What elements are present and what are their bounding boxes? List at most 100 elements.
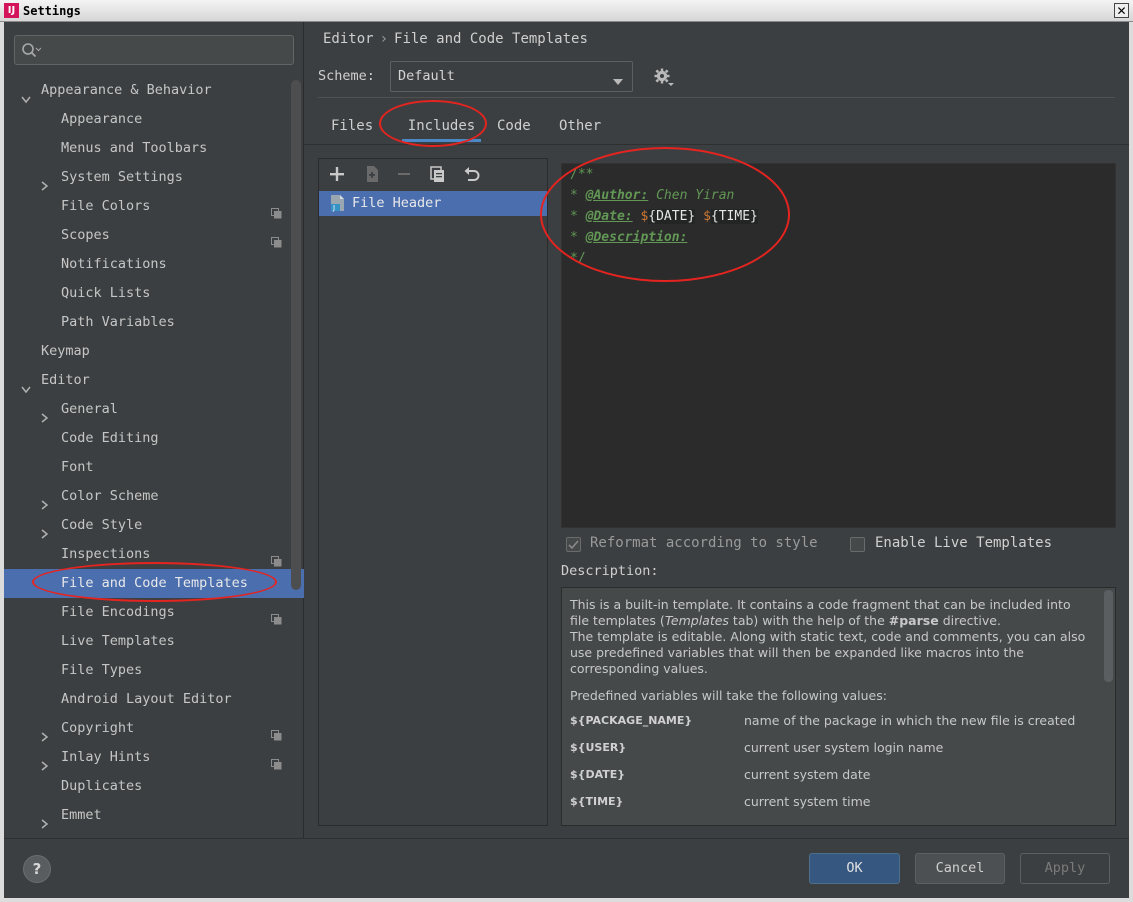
sidebar-item-file-and-code-templates[interactable]: File and Code Templates	[4, 569, 304, 598]
tab-other[interactable]: Other	[559, 110, 601, 142]
search-icon	[21, 42, 42, 64]
sidebar-item-appearance-behavior[interactable]: Appearance & Behavior	[4, 76, 304, 105]
sidebar-item-keymap[interactable]: Keymap	[4, 337, 304, 366]
sidebar-item-path-variables[interactable]: Path Variables	[4, 308, 304, 337]
sidebar-item-live-templates[interactable]: Live Templates	[4, 627, 304, 656]
sidebar-item-label: Copyright	[61, 720, 135, 736]
chevron-right-icon[interactable]	[41, 724, 49, 742]
chevron-right-icon[interactable]	[41, 521, 49, 539]
variable-row: ${USER} current user system login name	[570, 740, 944, 755]
sidebar-item-general[interactable]: General	[4, 395, 304, 424]
sidebar-item-notifications[interactable]: Notifications	[4, 250, 304, 279]
add-icon[interactable]	[327, 162, 347, 186]
sidebar-item-file-encodings[interactable]: File Encodings	[4, 598, 304, 627]
chevron-down-icon[interactable]	[21, 376, 31, 394]
sidebar-item-label: Path Variables	[61, 314, 175, 330]
tab-includes[interactable]: Includes	[402, 110, 481, 142]
sidebar-item-label: Scopes	[61, 227, 110, 243]
chevron-right-icon[interactable]	[41, 173, 49, 191]
sidebar-item-copyright[interactable]: Copyright	[4, 714, 304, 743]
close-icon[interactable]: ✕	[1114, 3, 1129, 18]
sidebar-item-label: Code Style	[61, 517, 143, 533]
chevron-down-icon[interactable]	[21, 86, 31, 104]
sidebar-item-label: Quick Lists	[61, 285, 151, 301]
search-input[interactable]	[14, 35, 294, 65]
sidebar-item-inspections[interactable]: Inspections	[4, 540, 304, 569]
window-border-bottom	[0, 898, 1133, 902]
scheme-value: Default	[398, 68, 455, 84]
sidebar-item-file-types[interactable]: File Types	[4, 656, 304, 685]
template-item-file-header[interactable]: J File Header	[319, 191, 547, 216]
sidebar-item-inlay-hints[interactable]: Inlay Hints	[4, 743, 304, 772]
sidebar-item-android-layout-editor[interactable]: Android Layout Editor	[4, 685, 304, 714]
sidebar-item-label: File Encodings	[61, 604, 175, 620]
cancel-button[interactable]: Cancel	[915, 853, 1005, 884]
java-file-icon: J	[329, 194, 347, 220]
sidebar-item-label: Font	[61, 459, 94, 475]
sidebar-item-label: File and Code Templates	[61, 575, 248, 591]
template-list	[318, 158, 548, 826]
breadcrumb: Editor › File and Code Templates	[323, 31, 588, 47]
scheme-dropdown[interactable]: Default	[390, 61, 633, 92]
reformat-checkbox[interactable]	[566, 537, 581, 552]
live-templates-checkbox[interactable]	[850, 537, 865, 552]
sidebar-item-system-settings[interactable]: System Settings	[4, 163, 304, 192]
settings-sidebar: Appearance & Behavior Appearance Menus and…	[4, 22, 304, 838]
chevron-right-icon[interactable]	[41, 753, 49, 771]
sidebar-item-code-style[interactable]: Code Style	[4, 511, 304, 540]
sidebar-item-emmet[interactable]: Emmet	[4, 801, 304, 830]
chevron-down-icon	[613, 74, 623, 89]
variable-row: ${DATE} current system date	[570, 767, 871, 782]
sidebar-scrollbar[interactable]	[291, 80, 301, 590]
sidebar-item-appearance[interactable]: Appearance	[4, 105, 304, 134]
template-editor[interactable]: /** * @Author: Chen Yiran * @Date: ${DAT…	[561, 163, 1116, 528]
sidebar-item-label: Appearance & Behavior	[41, 82, 212, 98]
tab-files[interactable]: Files	[331, 110, 373, 142]
sidebar-item-file-colors[interactable]: File Colors	[4, 192, 304, 221]
header-separator	[318, 97, 1115, 98]
description-scrollbar[interactable]	[1104, 590, 1113, 682]
reset-icon[interactable]	[462, 162, 482, 186]
sidebar-item-label: Appearance	[61, 111, 143, 127]
project-level-icon	[271, 201, 282, 219]
project-level-icon	[271, 723, 282, 741]
sidebar-item-font[interactable]: Font	[4, 453, 304, 482]
footer-separator	[4, 838, 1129, 839]
window-border-right	[1129, 22, 1133, 902]
description-label: Description:	[561, 563, 659, 579]
remove-icon	[394, 162, 414, 186]
project-level-icon	[271, 607, 282, 625]
sidebar-item-menus-and-toolbars[interactable]: Menus and Toolbars	[4, 134, 304, 163]
description-variables-intro: Predefined variables will take the follo…	[570, 688, 887, 703]
project-level-icon	[271, 752, 282, 770]
description-editable-note: The template is editable. Along with sta…	[570, 629, 1086, 676]
project-level-icon	[271, 549, 282, 567]
apply-button: Apply	[1020, 853, 1110, 884]
chevron-right-icon[interactable]	[41, 811, 49, 829]
sidebar-item-label: Duplicates	[61, 778, 143, 794]
intellij-icon: IJ	[4, 3, 19, 18]
gear-icon[interactable]	[654, 68, 674, 92]
sidebar-item-quick-lists[interactable]: Quick Lists	[4, 279, 304, 308]
sidebar-item-label: System Settings	[61, 169, 183, 185]
description-panel: This is a built-in template. It contains…	[561, 587, 1116, 826]
duplicate-icon[interactable]	[428, 162, 448, 186]
window-title: Settings	[23, 4, 81, 18]
sidebar-item-editor[interactable]: Editor	[4, 366, 304, 395]
sidebar-item-color-scheme[interactable]: Color Scheme	[4, 482, 304, 511]
sidebar-item-label: Keymap	[41, 343, 90, 359]
breadcrumb-parent[interactable]: Editor	[323, 31, 374, 47]
breadcrumb-current: File and Code Templates	[394, 31, 588, 47]
chevron-right-icon[interactable]	[41, 492, 49, 510]
sidebar-item-code-editing[interactable]: Code Editing	[4, 424, 304, 453]
chevron-right-icon[interactable]	[41, 405, 49, 423]
sidebar-item-duplicates[interactable]: Duplicates	[4, 772, 304, 801]
sidebar-item-scopes[interactable]: Scopes	[4, 221, 304, 250]
window-titlebar: IJ Settings ✕	[0, 0, 1133, 22]
code-line: */	[570, 251, 586, 266]
tab-code[interactable]: Code	[497, 110, 531, 142]
ok-button[interactable]: OK	[809, 853, 900, 884]
sidebar-item-label: Android Layout Editor	[61, 691, 232, 707]
help-button[interactable]: ?	[23, 855, 51, 883]
code-line: * @Author: Chen Yiran	[570, 188, 735, 203]
